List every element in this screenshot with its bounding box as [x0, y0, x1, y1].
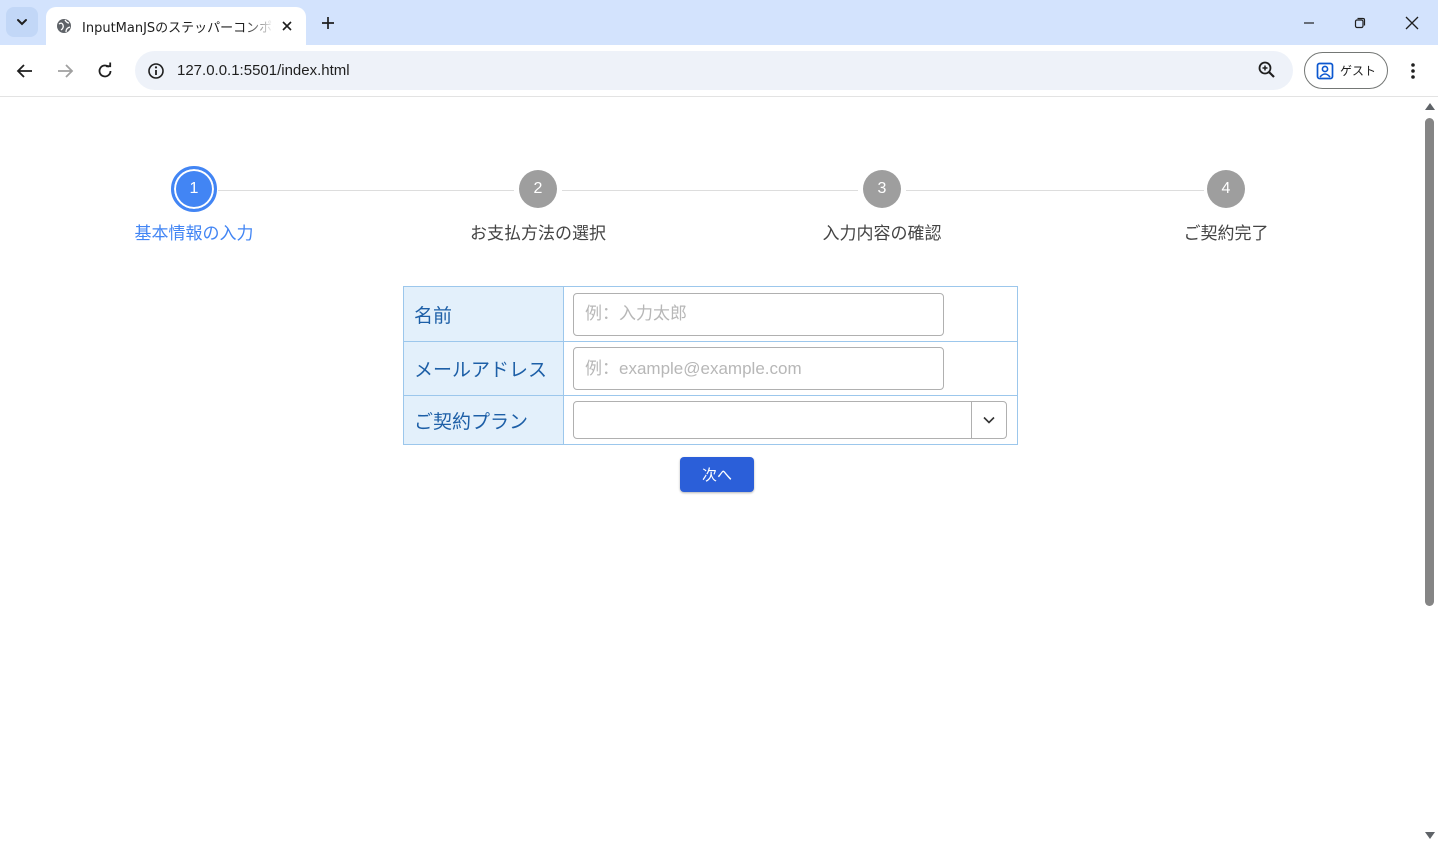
- email-input[interactable]: [573, 347, 944, 390]
- restore-icon: [1354, 17, 1366, 28]
- page-viewport: 1 基本情報の入力 2 お支払方法の選択 3 入力内容の確認 4 ご契約完了 名…: [0, 98, 1422, 844]
- more-vertical-icon: [1411, 63, 1415, 79]
- step-label: お支払方法の選択: [470, 224, 606, 244]
- step-label: 入力内容の確認: [822, 224, 942, 244]
- browser-tab-strip: InputManJSのステッパーコンポーネント: [0, 0, 1438, 45]
- stepper: 1 基本情報の入力 2 お支払方法の選択 3 入力内容の確認 4 ご契約完了: [0, 98, 1422, 258]
- reload-button[interactable]: [89, 55, 121, 87]
- browser-menu-button[interactable]: [1400, 55, 1426, 87]
- reload-icon: [98, 62, 112, 78]
- arrow-right-icon: [58, 64, 74, 78]
- step-2[interactable]: 2 お支払方法の選択: [418, 170, 658, 244]
- forward-button[interactable]: [49, 55, 81, 87]
- name-label: 名前: [403, 286, 564, 342]
- step-number: 3: [863, 170, 901, 208]
- plan-dropdown-button[interactable]: [971, 402, 1006, 438]
- step-label: 基本情報の入力: [134, 224, 254, 244]
- scroll-thumb[interactable]: [1425, 118, 1434, 606]
- tab-search-button[interactable]: [6, 7, 38, 37]
- step-label: ご契約完了: [1183, 224, 1269, 244]
- form-row-name: 名前: [403, 286, 1018, 342]
- arrow-left-icon: [16, 64, 32, 78]
- plus-icon: [322, 17, 334, 29]
- minimize-button[interactable]: [1283, 0, 1335, 45]
- plan-label: ご契約プラン: [403, 395, 564, 445]
- scroll-down-arrow-icon[interactable]: [1425, 832, 1435, 839]
- browser-toolbar: 127.0.0.1:5501/index.html ゲスト: [0, 45, 1438, 97]
- next-button[interactable]: 次へ: [680, 457, 754, 492]
- email-label: メールアドレス: [403, 341, 564, 396]
- name-cell: [563, 286, 1018, 342]
- close-tab-icon[interactable]: [278, 17, 296, 35]
- page-scrollbar[interactable]: [1422, 98, 1438, 844]
- new-tab-button[interactable]: [314, 10, 342, 36]
- address-bar[interactable]: 127.0.0.1:5501/index.html: [135, 51, 1293, 90]
- profile-button[interactable]: ゲスト: [1304, 52, 1388, 89]
- plan-select-value: [574, 402, 971, 438]
- basic-info-form: 名前 メールアドレス ご契約プラン: [403, 286, 1018, 445]
- restore-button[interactable]: [1334, 0, 1386, 45]
- scroll-up-arrow-icon[interactable]: [1425, 103, 1435, 110]
- globe-icon: [56, 18, 72, 34]
- plan-cell: [563, 395, 1018, 445]
- url-text[interactable]: 127.0.0.1:5501/index.html: [177, 62, 350, 79]
- step-number: 2: [519, 170, 557, 208]
- step-number: 4: [1207, 170, 1245, 208]
- site-info-icon[interactable]: [138, 51, 174, 90]
- tab-title: InputManJSのステッパーコンポーネント: [82, 20, 274, 36]
- form-row-email: メールアドレス: [403, 341, 1018, 396]
- step-3[interactable]: 3 入力内容の確認: [762, 170, 1002, 244]
- plan-select[interactable]: [573, 401, 1007, 439]
- chevron-down-icon: [983, 416, 995, 424]
- step-1[interactable]: 1 基本情報の入力: [74, 166, 314, 244]
- email-cell: [563, 341, 1018, 396]
- minimize-icon: [1304, 21, 1314, 24]
- back-button[interactable]: [9, 55, 41, 87]
- close-icon: [1405, 16, 1419, 29]
- step-number: 1: [171, 166, 217, 212]
- form-row-plan: ご契約プラン: [403, 395, 1018, 445]
- close-window-button[interactable]: [1386, 0, 1438, 45]
- zoom-icon[interactable]: [1257, 60, 1277, 80]
- name-input[interactable]: [573, 292, 944, 336]
- chevron-down-icon: [17, 19, 27, 26]
- step-4[interactable]: 4 ご契約完了: [1106, 170, 1346, 244]
- browser-tab[interactable]: InputManJSのステッパーコンポーネント: [46, 7, 306, 45]
- guest-profile-icon: [1316, 62, 1334, 79]
- profile-label: ゲスト: [1339, 64, 1376, 78]
